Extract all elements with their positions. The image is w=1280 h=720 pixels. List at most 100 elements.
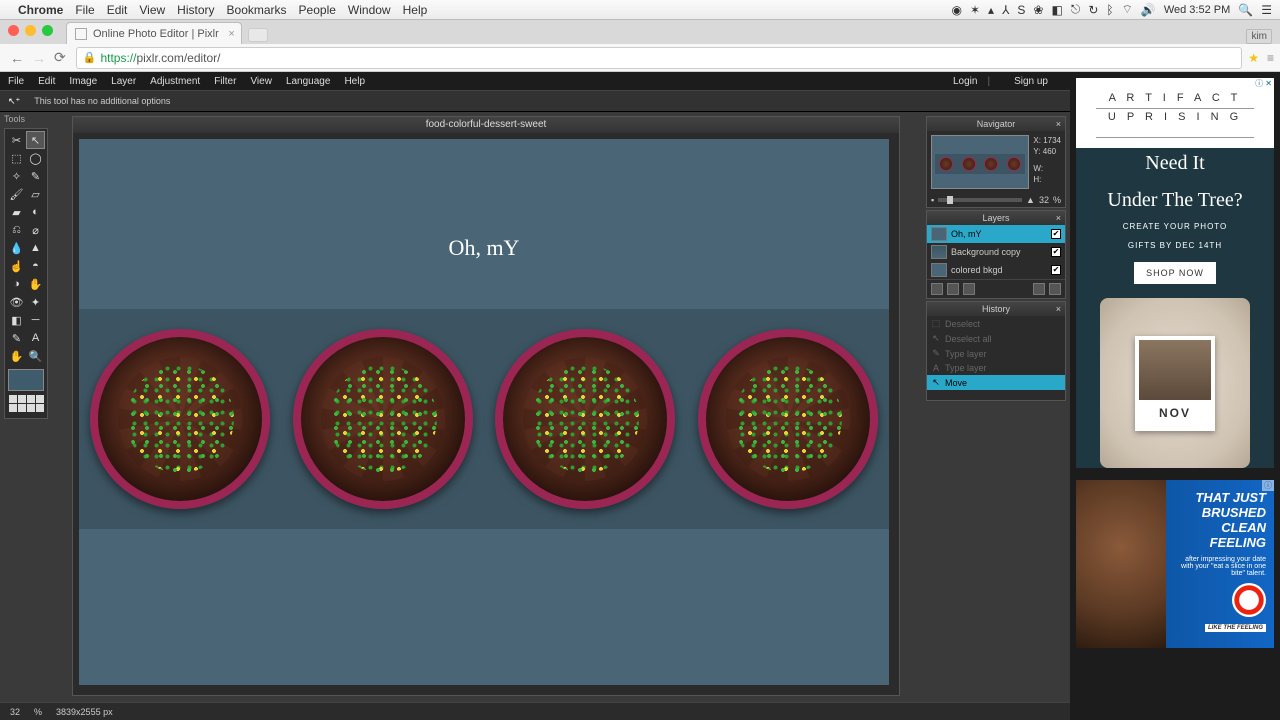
history-item[interactable]: ✎Type layer bbox=[927, 346, 1065, 361]
adchoices-icon[interactable]: ⓘ ✕ bbox=[1253, 78, 1274, 89]
status-icon[interactable]: ⎋ bbox=[1071, 2, 1081, 17]
marquee-tool[interactable]: ⬚ bbox=[7, 149, 26, 167]
back-button[interactable]: ← bbox=[10, 50, 24, 66]
ad-like-badge[interactable]: LIKE THE FEELING bbox=[1205, 624, 1266, 632]
volume-icon[interactable]: 🔊 bbox=[1141, 3, 1156, 17]
sharpen-tool[interactable]: ▲ bbox=[26, 239, 45, 257]
wifi-icon[interactable]: ⌔ bbox=[1122, 2, 1133, 17]
layer-mask-button[interactable] bbox=[947, 283, 959, 295]
mac-menu-edit[interactable]: Edit bbox=[107, 3, 128, 17]
zoom-out-icon[interactable]: ▪ bbox=[931, 195, 934, 205]
spot-tool[interactable]: ✦ bbox=[26, 293, 45, 311]
login-link[interactable]: Login bbox=[953, 76, 977, 87]
dodge-tool[interactable]: ◑ bbox=[7, 275, 26, 293]
color-swatch[interactable] bbox=[8, 369, 44, 391]
mac-menu-bookmarks[interactable]: Bookmarks bbox=[227, 3, 287, 17]
sponge-tool[interactable]: ◓ bbox=[26, 257, 45, 275]
pixlr-menu-adjustment[interactable]: Adjustment bbox=[150, 76, 200, 87]
history-item[interactable]: ⬚Deselect bbox=[927, 316, 1065, 331]
panel-close-icon[interactable]: × bbox=[1056, 117, 1061, 131]
bookmark-star-icon[interactable]: ★ bbox=[1248, 51, 1259, 65]
browser-tab[interactable]: Online Photo Editor | Pixlr × bbox=[66, 22, 242, 44]
layer-visible-checkbox[interactable]: ✔ bbox=[1051, 229, 1061, 239]
status-icon[interactable]: ◉ bbox=[951, 3, 961, 17]
crop-tool[interactable]: ✂ bbox=[7, 131, 26, 149]
redeye-tool[interactable]: 👁 bbox=[7, 293, 26, 311]
layer-row[interactable]: Background copy✔ bbox=[927, 243, 1065, 261]
blur-tool[interactable]: 💧 bbox=[7, 239, 26, 257]
new-layer-button[interactable] bbox=[1033, 283, 1045, 295]
layer-visible-checkbox[interactable]: ✔ bbox=[1051, 265, 1061, 275]
status-icon[interactable]: ✶ bbox=[970, 3, 980, 17]
eraser-tool[interactable]: ▱ bbox=[26, 185, 45, 203]
zoom-slider[interactable]: ▪ ▲ 32 % bbox=[927, 193, 1065, 207]
pixlr-menu-file[interactable]: File bbox=[8, 76, 24, 87]
mac-menu-history[interactable]: History bbox=[177, 3, 214, 17]
layer-settings-button[interactable] bbox=[931, 283, 943, 295]
layer-row[interactable]: colored bkgd✔ bbox=[927, 261, 1065, 279]
delete-layer-button[interactable] bbox=[1049, 283, 1061, 295]
history-item[interactable]: ↖Deselect all bbox=[927, 331, 1065, 346]
bluetooth-icon[interactable]: ᛒ bbox=[1106, 3, 1113, 17]
burn-tool[interactable]: ✋ bbox=[26, 275, 45, 293]
stamp-tool[interactable]: ⌀ bbox=[26, 221, 45, 239]
zoom-in-icon[interactable]: ▲ bbox=[1026, 195, 1035, 205]
history-item[interactable]: AType layer bbox=[927, 361, 1065, 375]
smudge-tool[interactable]: ☝ bbox=[7, 257, 26, 275]
eyedropper-tool[interactable]: ✎ bbox=[7, 329, 26, 347]
adchoices-icon[interactable]: ⓘ bbox=[1262, 480, 1274, 491]
lasso-tool[interactable]: ◯ bbox=[26, 149, 45, 167]
zoom-tool[interactable]: 🔍 bbox=[26, 347, 45, 365]
bucket-tool[interactable]: ▰ bbox=[7, 203, 26, 221]
layer-styles-button[interactable] bbox=[963, 283, 975, 295]
mac-menu-help[interactable]: Help bbox=[403, 3, 428, 17]
panel-close-icon[interactable]: × bbox=[1056, 211, 1061, 225]
layer-visible-checkbox[interactable]: ✔ bbox=[1051, 247, 1061, 257]
pixlr-menu-help[interactable]: Help bbox=[344, 76, 365, 87]
clock[interactable]: Wed 3:52 PM bbox=[1164, 4, 1230, 16]
hand-tool[interactable]: ✋ bbox=[7, 347, 26, 365]
layer-row[interactable]: Oh, mY✔ bbox=[927, 225, 1065, 243]
pixlr-menu-edit[interactable]: Edit bbox=[38, 76, 55, 87]
tab-close-icon[interactable]: × bbox=[228, 28, 234, 40]
status-icon[interactable]: ↻ bbox=[1088, 3, 1098, 17]
mac-menu-people[interactable]: People bbox=[299, 3, 336, 17]
signup-link[interactable]: Sign up bbox=[1014, 76, 1048, 87]
mac-menu-file[interactable]: File bbox=[75, 3, 94, 17]
status-icon[interactable]: ◧ bbox=[1051, 3, 1062, 17]
move-tool[interactable]: ↖ bbox=[26, 131, 45, 149]
ad-orbit[interactable]: ⓘ THAT JUST BRUSHED CLEAN FEELING after … bbox=[1076, 480, 1274, 648]
address-bar[interactable]: 🔒 https://pixlr.com/editor/ bbox=[76, 47, 1242, 69]
canvas[interactable]: Oh, mY bbox=[79, 139, 889, 685]
wand-tool[interactable]: ✧ bbox=[7, 167, 26, 185]
status-icon[interactable]: ▴ bbox=[988, 3, 994, 17]
mac-menu-view[interactable]: View bbox=[139, 3, 165, 17]
mac-menu-window[interactable]: Window bbox=[348, 3, 391, 17]
panel-close-icon[interactable]: × bbox=[1056, 302, 1061, 316]
menu-icon[interactable]: ☰ bbox=[1261, 3, 1272, 17]
reload-button[interactable]: ⟳ bbox=[54, 49, 66, 66]
window-minimize-button[interactable] bbox=[25, 25, 36, 36]
shape-tool[interactable]: ◧ bbox=[7, 311, 26, 329]
ad-cta-button[interactable]: SHOP NOW bbox=[1134, 262, 1216, 284]
new-tab-button[interactable] bbox=[248, 28, 268, 42]
hamburger-menu-icon[interactable]: ≡ bbox=[1267, 51, 1274, 65]
text-layer[interactable]: Oh, mY bbox=[449, 235, 520, 261]
status-icon[interactable]: S bbox=[1017, 3, 1025, 17]
ad-artifact-uprising[interactable]: ⓘ ✕ A R T I F A C T U P R I S I N G Need… bbox=[1076, 78, 1274, 468]
status-icon[interactable]: ⅄ bbox=[1002, 3, 1009, 17]
line-tool[interactable]: ─ bbox=[26, 311, 45, 329]
app-name[interactable]: Chrome bbox=[18, 3, 63, 17]
gradient-tool[interactable]: ◐ bbox=[26, 203, 45, 221]
pixlr-menu-layer[interactable]: Layer bbox=[111, 76, 136, 87]
window-maximize-button[interactable] bbox=[42, 25, 53, 36]
navigator-thumbnail[interactable] bbox=[931, 135, 1029, 189]
history-item[interactable]: ↖Move bbox=[927, 375, 1065, 390]
brush-tool[interactable]: 🖌 bbox=[7, 185, 26, 203]
pixlr-menu-image[interactable]: Image bbox=[69, 76, 97, 87]
window-close-button[interactable] bbox=[8, 25, 19, 36]
pixlr-menu-language[interactable]: Language bbox=[286, 76, 331, 87]
pencil-tool[interactable]: ✎ bbox=[26, 167, 45, 185]
type-tool[interactable]: A bbox=[26, 329, 45, 347]
forward-button[interactable]: → bbox=[32, 50, 46, 66]
